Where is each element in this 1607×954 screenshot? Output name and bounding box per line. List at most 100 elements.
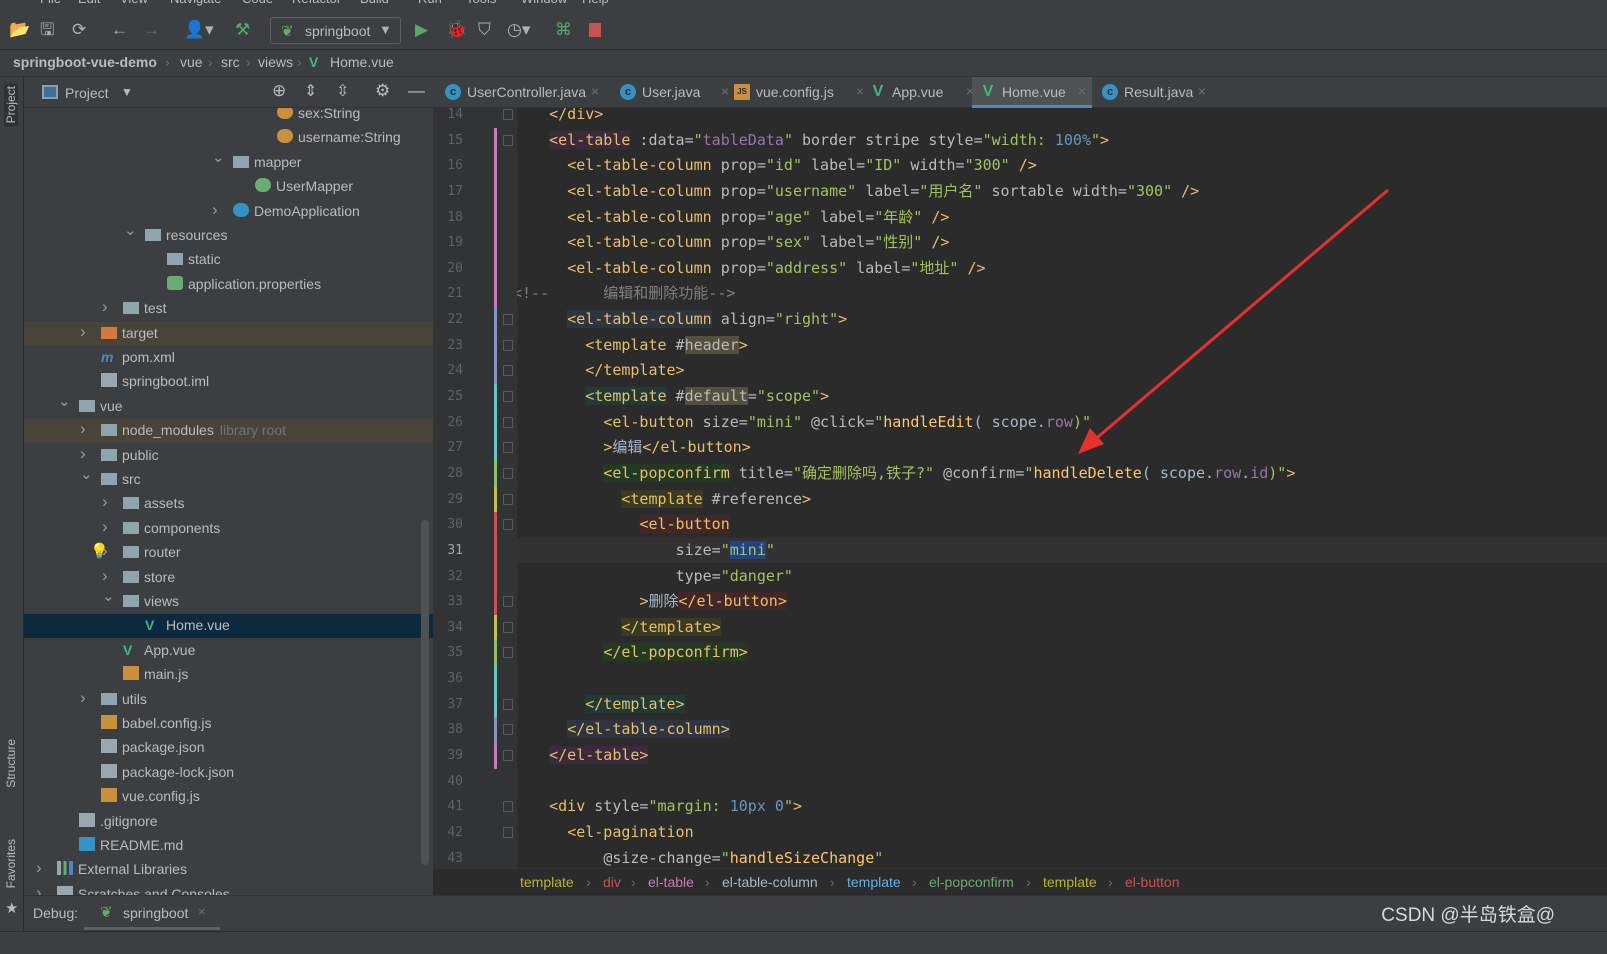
run-icon[interactable]: ▶ — [415, 20, 428, 40]
gear-icon[interactable]: ⚙ — [375, 81, 390, 101]
tree-item[interactable]: application.properties — [24, 273, 433, 297]
fold-marker-icon[interactable] — [503, 596, 513, 608]
tag-path-item[interactable]: div — [603, 874, 621, 890]
fold-marker-icon[interactable] — [503, 750, 513, 761]
menu-edit[interactable]: Edit — [78, 0, 100, 6]
chevron-right-icon[interactable]: › — [36, 858, 42, 878]
fold-marker-icon[interactable] — [503, 801, 513, 813]
lightbulb-icon[interactable]: 💡 — [90, 542, 109, 560]
back-icon[interactable]: ← — [111, 20, 128, 40]
tag-path-item[interactable]: el-button — [1125, 874, 1179, 890]
menu-file[interactable]: File — [40, 0, 61, 6]
menu-view[interactable]: View — [120, 0, 148, 6]
tab-usercontroller-java[interactable]: c UserController.java × — [437, 77, 605, 108]
chevron-right-icon[interactable]: › — [102, 517, 108, 537]
menu-build[interactable]: Build — [360, 0, 389, 6]
fold-marker-icon[interactable] — [503, 467, 513, 479]
locate-icon[interactable]: ⊕ — [272, 81, 286, 101]
menu-navigate[interactable]: Navigate — [170, 0, 221, 6]
star-icon[interactable]: ★ — [5, 899, 18, 917]
tab-structure[interactable]: Structure — [4, 739, 18, 788]
chevron-down-icon[interactable]: ▼ — [121, 85, 133, 99]
fold-marker-icon[interactable] — [503, 134, 513, 146]
tag-path-item[interactable]: template — [1043, 874, 1097, 890]
tag-path-item[interactable]: template — [847, 874, 901, 890]
tree-item[interactable]: README.md — [24, 834, 433, 858]
tag-path-item[interactable]: el-table — [648, 874, 694, 890]
tab-result-java[interactable]: c Result.java × — [1094, 77, 1212, 108]
debug-icon[interactable]: 🐞 — [446, 20, 467, 40]
tree-item[interactable]: sex:String — [24, 108, 433, 126]
tree-item[interactable]: V Home.vue — [24, 614, 433, 639]
breadcrumb-vue[interactable]: vue — [180, 54, 203, 70]
tree-item[interactable]: static — [24, 248, 433, 272]
chevron-right-icon[interactable]: › — [80, 322, 86, 342]
fold-marker-icon[interactable] — [503, 621, 513, 633]
fold-marker-icon[interactable] — [503, 365, 513, 377]
chevron-down-icon[interactable]: ⌄ — [212, 148, 225, 166]
tab-app-vue[interactable]: V App.vue × — [862, 77, 980, 108]
fold-marker-icon[interactable] — [503, 698, 513, 710]
fold-marker-icon[interactable] — [503, 826, 513, 838]
tree-item[interactable]: UserMapper — [24, 175, 433, 199]
close-icon[interactable]: × — [1078, 83, 1086, 99]
project-view-select[interactable]: Project — [65, 85, 109, 101]
tree-item[interactable]: › router — [24, 541, 433, 565]
run-config-select[interactable]: ❦ springboot ▼ — [270, 17, 401, 44]
menu-code[interactable]: Code — [242, 0, 273, 6]
chevron-right-icon[interactable]: › — [212, 200, 218, 220]
open-icon[interactable]: 📂 — [9, 20, 30, 40]
attach-debugger-icon[interactable]: ⌘ — [555, 20, 572, 40]
chevron-right-icon[interactable]: › — [80, 419, 86, 439]
tree-item[interactable]: package-lock.json — [24, 761, 433, 785]
chevron-down-icon[interactable]: ⌄ — [58, 392, 71, 410]
tree-item[interactable]: › components — [24, 517, 433, 541]
breadcrumb-views[interactable]: views — [258, 54, 293, 70]
tree-item[interactable]: m pom.xml — [24, 346, 433, 370]
tree-item[interactable]: › test — [24, 297, 433, 321]
chevron-right-icon[interactable]: › — [80, 444, 86, 464]
tree-item[interactable]: username:String — [24, 126, 433, 150]
tree-item[interactable]: vue.config.js — [24, 785, 433, 809]
chevron-right-icon[interactable]: › — [102, 492, 108, 512]
breadcrumb-file[interactable]: Home.vue — [330, 54, 394, 70]
tab-home-vue[interactable]: V Home.vue × — [972, 77, 1092, 108]
chevron-down-icon[interactable]: ⌄ — [124, 221, 137, 239]
close-icon[interactable]: × — [198, 904, 206, 919]
tree-item[interactable]: › public — [24, 444, 433, 468]
tree-item[interactable]: ⌄ vue — [24, 392, 433, 419]
fold-marker-icon[interactable] — [503, 519, 513, 531]
menu-refactor[interactable]: Refactor — [292, 0, 341, 6]
tree-item[interactable]: main.js — [24, 663, 433, 687]
tag-path-item[interactable]: el-table-column — [722, 874, 818, 890]
tag-path-item[interactable]: template — [520, 874, 574, 890]
tree-item[interactable]: ⌄ resources — [24, 221, 433, 248]
code-editor[interactable]: </div> <el-table :data="tableData" borde… — [517, 108, 1607, 868]
breadcrumb-src[interactable]: src — [221, 54, 240, 70]
profile-icon[interactable]: ◷▾ — [507, 20, 530, 40]
tab-vue-config-js[interactable]: JS vue.config.js × — [726, 77, 870, 108]
menu-window[interactable]: Window — [521, 0, 567, 6]
fold-marker-icon[interactable] — [503, 109, 513, 120]
fold-marker-icon[interactable] — [503, 391, 513, 403]
tree-item[interactable]: springboot.iml — [24, 370, 433, 394]
chevron-right-icon[interactable]: › — [102, 297, 108, 317]
breadcrumb-project[interactable]: springboot-vue-demo — [13, 54, 157, 70]
tab-favorites[interactable]: Favorites — [4, 839, 18, 888]
forward-icon[interactable]: → — [143, 20, 160, 40]
fold-marker-icon[interactable] — [503, 724, 513, 736]
minimize-icon[interactable]: — — [408, 81, 425, 101]
tree-scrollbar[interactable] — [421, 520, 429, 865]
tree-item[interactable]: ⌄ views — [24, 588, 433, 614]
tree-item[interactable]: › utils — [24, 688, 433, 712]
close-icon[interactable]: × — [591, 83, 599, 99]
coverage-icon[interactable]: ⛉ — [478, 20, 491, 40]
menu-help[interactable]: Help — [582, 0, 609, 6]
close-icon[interactable]: × — [1198, 83, 1206, 99]
fold-marker-icon[interactable] — [503, 314, 513, 326]
tree-item[interactable]: ⌄ mapper — [24, 148, 433, 175]
fold-marker-icon[interactable] — [503, 442, 513, 454]
tree-item[interactable]: › node_modules library root — [24, 419, 433, 444]
menu-run[interactable]: Run — [418, 0, 442, 6]
fold-marker-icon[interactable] — [503, 416, 513, 428]
